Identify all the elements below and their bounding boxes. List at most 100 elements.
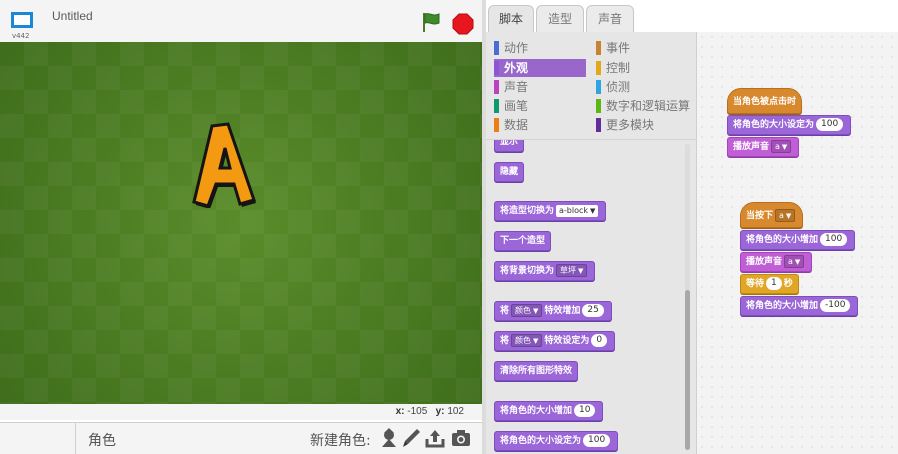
stage[interactable]: A: [0, 42, 482, 404]
paint-brush-icon[interactable]: [400, 427, 422, 449]
block-change-size[interactable]: 将角色的大小增加 10: [494, 401, 604, 421]
category-control-label: 控制: [606, 61, 631, 75]
block-change-effect[interactable]: 将颜色 ▼ 特效增加 25: [494, 301, 612, 321]
backdrop-dropdown-value: 草坪: [560, 266, 577, 275]
mouse-coords: x: -105 y: 102: [396, 406, 464, 417]
category-motion[interactable]: 动作: [494, 39, 586, 57]
script1-set-size-label: 将角色的大小设定为: [733, 120, 815, 130]
block-hide[interactable]: 隐藏: [494, 162, 525, 182]
category-looks[interactable]: 外观: [494, 59, 586, 77]
tab-costumes-label: 造型: [547, 12, 572, 26]
effect-dropdown-value: 颜色: [515, 306, 532, 315]
stage-thumbnail-area[interactable]: [0, 423, 76, 454]
hat-when-key-pressed-label: 当按下: [746, 211, 774, 221]
category-control[interactable]: 控制: [596, 59, 688, 77]
tab-sounds[interactable]: 声音: [586, 5, 634, 32]
green-flag-icon[interactable]: [420, 11, 442, 33]
block-switch-costume-label: 将造型切换为: [500, 206, 555, 216]
key-dropdown[interactable]: a ▼: [775, 209, 796, 222]
category-sensing[interactable]: 侦测: [596, 78, 688, 96]
tab-scripts[interactable]: 脚本: [488, 5, 534, 33]
hat-when-key-pressed[interactable]: 当按下 a ▼: [740, 202, 804, 228]
size-set-input[interactable]: 100: [583, 434, 611, 447]
script2-change-size-input[interactable]: 100: [820, 233, 848, 246]
chevron-down-icon: ▼: [533, 307, 539, 315]
category-more-blocks-label: 更多模块: [606, 118, 655, 132]
category-more-blocks[interactable]: 更多模块: [596, 116, 688, 134]
stage-header: v442 Untitled: [0, 0, 482, 42]
backdrop-dropdown[interactable]: 草坪 ▼: [556, 264, 588, 277]
hat-when-sprite-clicked[interactable]: 当角色被点击时: [727, 88, 803, 114]
script2-play-sound[interactable]: 播放声音 a ▼: [740, 252, 813, 272]
category-operators[interactable]: 数字和逻辑运算: [596, 97, 692, 115]
effect-set-input[interactable]: 0: [591, 334, 608, 347]
costume-dropdown[interactable]: a-block ▼: [556, 204, 599, 217]
script2-change-size-2-label: 将角色的大小增加: [746, 301, 819, 311]
effect-dropdown[interactable]: 颜色 ▼: [511, 334, 543, 347]
category-motion-label: 动作: [504, 41, 529, 55]
tab-costumes[interactable]: 造型: [536, 5, 584, 32]
category-events[interactable]: 事件: [596, 39, 688, 57]
block-switch-costume[interactable]: 将造型切换为 a-block ▼: [494, 201, 607, 221]
palette-scrollbar-thumb[interactable]: [685, 290, 690, 450]
scratch-editor: v442 Untitled A x: -105 y: 102 角色 新建角色:: [0, 0, 898, 454]
fullscreen-icon[interactable]: [8, 8, 36, 34]
chevron-down-icon: ▼: [785, 212, 792, 220]
sprite-panel: 角色 新建角色:: [0, 422, 482, 454]
chevron-down-icon: ▼: [590, 206, 596, 215]
category-sound[interactable]: 声音: [494, 78, 586, 96]
script2-change-size-2[interactable]: 将角色的大小增加 -100: [740, 296, 859, 316]
sprite-library-icon[interactable]: [378, 427, 400, 449]
block-switch-backdrop[interactable]: 将背景切换为 草坪 ▼: [494, 261, 596, 281]
script2-change-size[interactable]: 将角色的大小增加 100: [740, 230, 856, 250]
category-sensing-label: 侦测: [606, 80, 631, 94]
sprite-letter-text: A: [190, 122, 191, 123]
sprite-letter-a[interactable]: A: [190, 122, 260, 208]
category-operators-label: 数字和逻辑运算: [606, 99, 691, 113]
script2-wait-label: 等待: [746, 279, 765, 289]
category-data[interactable]: 数据: [494, 116, 586, 134]
block-set-effect[interactable]: 将颜色 ▼ 特效设定为 0: [494, 331, 616, 351]
script2-change-size-2-input[interactable]: -100: [820, 299, 851, 312]
block-set-effect-prefix: 将: [500, 336, 510, 346]
sound-dropdown[interactable]: a ▼: [784, 255, 805, 268]
script1-set-size[interactable]: 将角色的大小设定为 100: [727, 115, 852, 135]
script1-set-size-input[interactable]: 100: [816, 118, 844, 131]
block-change-effect-label: 特效增加: [544, 306, 581, 316]
effect-dropdown[interactable]: 颜色 ▼: [511, 304, 543, 317]
x-label: x:: [395, 406, 405, 417]
category-pen[interactable]: 画笔: [494, 97, 586, 115]
project-title[interactable]: Untitled: [52, 9, 93, 23]
script2-wait[interactable]: 等待 1 秒: [740, 274, 799, 294]
sound-dropdown[interactable]: a ▼: [771, 140, 792, 153]
tab-scripts-label: 脚本: [498, 12, 523, 26]
stop-icon[interactable]: [452, 13, 474, 35]
block-change-effect-prefix: 将: [500, 306, 510, 316]
block-clear-effects[interactable]: 清除所有图形特效: [494, 361, 579, 381]
category-looks-label: 外观: [504, 61, 529, 75]
size-change-input[interactable]: 10: [574, 404, 596, 417]
y-value: 102: [447, 406, 464, 417]
script1-play-sound[interactable]: 播放声音 a ▼: [727, 137, 800, 157]
block-set-size[interactable]: 将角色的大小设定为 100: [494, 431, 619, 451]
chevron-down-icon: ▼: [533, 337, 539, 345]
block-show-label: 显示: [500, 140, 519, 147]
script1-play-sound-label: 播放声音: [733, 142, 770, 152]
script2-wait-unit: 秒: [783, 279, 793, 289]
costume-dropdown-value: a-block: [559, 205, 589, 215]
effect-dropdown-value: 颜色: [515, 336, 532, 345]
coords-bar: x: -105 y: 102: [0, 404, 482, 420]
block-clear-effects-label: 清除所有图形特效: [500, 366, 573, 376]
effect-change-input[interactable]: 25: [582, 304, 604, 317]
block-show[interactable]: 显示: [494, 140, 525, 152]
camera-icon[interactable]: [450, 427, 472, 449]
block-next-costume-label: 下一个造型: [500, 236, 546, 246]
x-value: -105: [407, 406, 428, 417]
tab-sounds-label: 声音: [597, 12, 622, 26]
scripts-area[interactable]: 当角色被点击时 将角色的大小设定为 100 播放声音 a ▼ 当按下 a ▼ 将角色的大小…: [696, 32, 898, 454]
sprite-label: 角色: [88, 433, 116, 449]
block-change-size-label: 将角色的大小增加: [500, 406, 573, 416]
block-next-costume[interactable]: 下一个造型: [494, 231, 552, 251]
script2-wait-input[interactable]: 1: [766, 277, 782, 290]
upload-icon[interactable]: [424, 427, 446, 449]
